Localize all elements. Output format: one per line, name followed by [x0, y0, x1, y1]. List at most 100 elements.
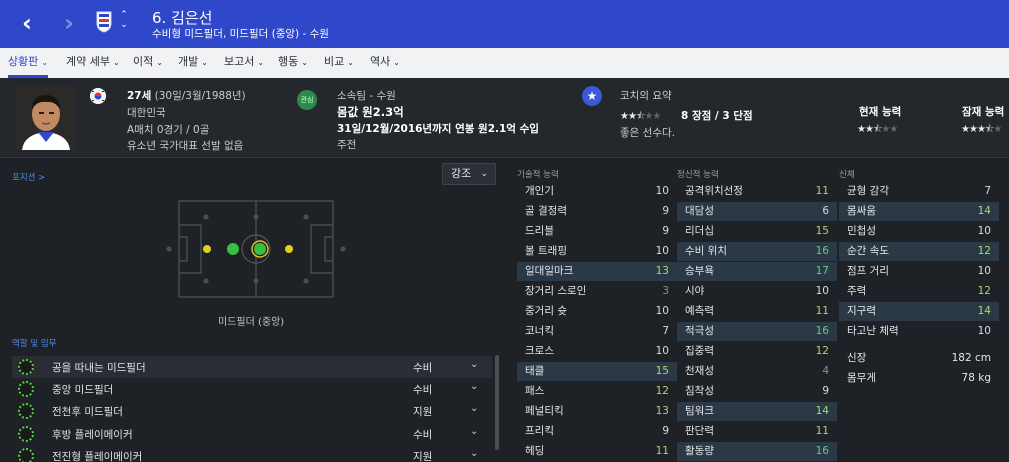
player-info-band: 27세 (30일/3월/1988년) 대한민국 A매치 0경기 / 0골 유소년… — [0, 78, 1009, 158]
attribute-value: 15 — [815, 225, 829, 237]
position-label: 미드필더 (중앙) — [218, 317, 285, 328]
attribute-value: 11 — [655, 445, 669, 457]
attribute-row[interactable]: 시야 10 — [677, 282, 837, 301]
roles-scrollbar[interactable] — [495, 355, 499, 450]
attribute-row[interactable]: 리더십 15 — [677, 222, 837, 241]
technical-heading: 기술적 능력 — [517, 170, 559, 180]
attribute-row[interactable]: 팀워크 14 — [677, 402, 837, 421]
attribute-row[interactable]: 코너킥 7 — [517, 322, 677, 341]
tab-overview[interactable]: 상황판 ⌄ — [8, 48, 49, 78]
attribute-row[interactable]: 크로스 10 — [517, 342, 677, 361]
attribute-row[interactable]: 프리킥 9 — [517, 422, 677, 441]
role-rating-icon — [18, 426, 34, 442]
role-row[interactable]: 중앙 미드필더 수비 ⌄ — [12, 378, 492, 400]
attribute-row[interactable]: 활동량 16 — [677, 442, 837, 461]
attribute-value: 10 — [977, 265, 991, 277]
role-row[interactable]: 공을 따내는 미드필더 수비 ⌄ — [12, 356, 492, 378]
attribute-row[interactable]: 드리블 9 — [517, 222, 677, 241]
tab-development[interactable]: 개발 ⌄ — [178, 48, 208, 78]
attribute-value: 12 — [815, 345, 829, 357]
attribute-row[interactable]: 볼 트래핑 10 — [517, 242, 677, 261]
chevron-down-icon[interactable]: ⌄ — [470, 403, 478, 414]
positions-link[interactable]: 포지션 > — [12, 171, 45, 183]
physical-heading: 신체 — [839, 170, 855, 180]
chevron-down-icon: ⌄ — [301, 58, 308, 67]
attribute-row[interactable]: 장거리 스로인 3 — [517, 282, 677, 301]
attribute-name: 코너킥 — [525, 325, 554, 337]
player-photo — [16, 86, 76, 150]
attribute-name: 팀워크 — [685, 405, 714, 417]
tab-reports[interactable]: 보고서 ⌄ — [224, 48, 264, 78]
current-ability-stars: ★★⯪★★ — [857, 124, 898, 135]
attribute-row[interactable]: 집중력 12 — [677, 342, 837, 361]
attribute-row[interactable]: 패스 12 — [517, 382, 677, 401]
chevron-down-icon[interactable]: ⌄ — [470, 448, 478, 459]
chevron-down-icon[interactable]: ⌄ — [470, 426, 478, 437]
height-label: 신장 — [847, 352, 867, 364]
club-crest-icon[interactable] — [96, 11, 112, 33]
attribute-name: 예측력 — [685, 305, 714, 317]
tab-history[interactable]: 역사 ⌄ — [370, 48, 400, 78]
roles-heading: 역할 및 임무 — [12, 339, 57, 349]
current-ability-label: 현재 능력 — [859, 106, 902, 118]
attribute-row[interactable]: 침착성 9 — [677, 382, 837, 401]
attribute-row[interactable]: 몸싸움 14 — [839, 202, 999, 221]
back-arrow-icon[interactable]: ‹ — [14, 9, 40, 39]
role-row[interactable]: 후방 플레이메이커 수비 ⌄ — [12, 423, 492, 445]
attribute-row[interactable]: 골 결정력 9 — [517, 202, 677, 221]
chevron-down-icon[interactable]: ⌄ — [470, 381, 478, 392]
club-team[interactable]: 소속팀 - 수원 — [337, 88, 396, 103]
attribute-row[interactable]: 개인기 10 — [517, 182, 677, 201]
player-caps: A매치 0경기 / 0골 — [127, 124, 210, 136]
attribute-row[interactable]: 예측력 11 — [677, 302, 837, 321]
role-rating-icon — [18, 448, 34, 462]
attribute-row[interactable]: 점프 거리 10 — [839, 262, 999, 281]
attribute-name: 패스 — [525, 385, 545, 397]
tab-contract[interactable]: 계약 세부 ⌄ — [66, 48, 120, 78]
attribute-row[interactable]: 태클 15 — [517, 362, 677, 381]
chevron-down-icon: ⌄ — [257, 58, 265, 67]
forward-arrow-icon[interactable]: › — [56, 9, 82, 39]
attribute-value: 9 — [822, 385, 829, 397]
attribute-row[interactable]: 대담성 6 — [677, 202, 837, 221]
attribute-row[interactable]: 민첩성 10 — [839, 222, 999, 241]
attribute-value: 16 — [815, 245, 829, 257]
chevron-down-icon: ⌄ — [393, 58, 400, 67]
attribute-row[interactable]: 헤딩 11 — [517, 442, 677, 461]
attribute-name: 집중력 — [685, 345, 714, 357]
tab-transfer[interactable]: 이적 ⌄ — [133, 48, 163, 78]
attribute-name: 타고난 체력 — [847, 325, 899, 337]
attribute-row[interactable]: 공격위치선정 11 — [677, 182, 837, 201]
attribute-value: 10 — [655, 245, 669, 257]
chevron-down-icon[interactable]: ⌄ — [470, 359, 478, 370]
attribute-name: 주력 — [847, 285, 867, 297]
attribute-row[interactable]: 수비 위치 16 — [677, 242, 837, 261]
attribute-name: 균형 감각 — [847, 185, 889, 197]
coach-rating-stars: ★★⯪★★ — [620, 111, 661, 122]
attribute-row[interactable]: 순간 속도 12 — [839, 242, 999, 261]
chevron-down-icon: ⌄ — [41, 58, 49, 67]
attribute-row[interactable]: 지구력 14 — [839, 302, 999, 321]
role-row[interactable]: 전천후 미드필더 지원 ⌄ — [12, 400, 492, 422]
attribute-row[interactable]: 중거리 슛 10 — [517, 302, 677, 321]
attribute-row[interactable]: 주력 12 — [839, 282, 999, 301]
attribute-row[interactable]: 적극성 16 — [677, 322, 837, 341]
attribute-row[interactable]: 페널티킥 13 — [517, 402, 677, 421]
attribute-row[interactable]: 타고난 체력 10 — [839, 322, 999, 341]
attribute-name: 헤딩 — [525, 445, 545, 457]
role-row[interactable]: 전진형 플레이메이커 지원 ⌄ — [12, 445, 492, 462]
player-youth: 유소년 국가대표 선발 없음 — [127, 140, 244, 152]
attribute-value: 4 — [822, 365, 829, 377]
club-switch-chevron-icon[interactable]: ⌃ ⌄ — [118, 10, 130, 30]
interest-badge: 관심 — [297, 90, 317, 110]
attribute-row[interactable]: 천재성 4 — [677, 362, 837, 381]
attribute-row[interactable]: 판단력 11 — [677, 422, 837, 441]
tab-actions[interactable]: 행동 ⌄ — [278, 48, 308, 78]
attribute-value: 10 — [655, 185, 669, 197]
attribute-name: 볼 트래핑 — [525, 245, 567, 257]
attribute-row[interactable]: 균형 감각 7 — [839, 182, 999, 201]
attribute-row[interactable]: 일대일마크 13 — [517, 262, 677, 281]
highlight-dropdown[interactable]: 강조 ⌄ — [442, 163, 496, 185]
attribute-row[interactable]: 승부욕 17 — [677, 262, 837, 281]
tab-compare[interactable]: 비교 ⌄ — [324, 48, 354, 78]
